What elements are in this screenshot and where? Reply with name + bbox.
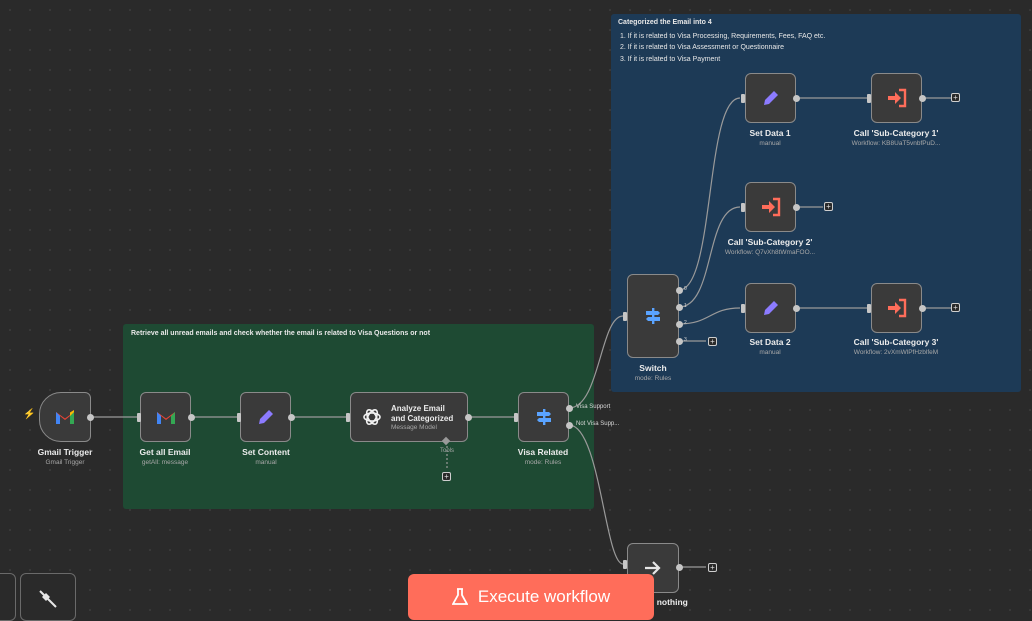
node-set-data-1[interactable]	[745, 73, 796, 123]
node-subtitle: manual	[759, 349, 781, 356]
output-label: Visa Support	[576, 404, 611, 410]
node-label: Call 'Sub-Category 1'	[853, 128, 939, 138]
connection	[678, 307, 741, 325]
port-number: 3	[684, 337, 687, 343]
canvas-control-button[interactable]	[0, 573, 16, 621]
connection	[678, 206, 741, 308]
input-port[interactable]	[741, 202, 745, 212]
output-port[interactable]	[675, 320, 683, 328]
connection	[678, 97, 741, 291]
output-port[interactable]	[792, 304, 800, 312]
node-call-sub-category-3[interactable]	[871, 283, 922, 333]
node-subtitle: getAll: message	[141, 459, 189, 466]
execute-workflow-button[interactable]: Execute workflow	[408, 574, 654, 620]
node-get-all-email[interactable]	[140, 392, 191, 442]
gmail-icon	[56, 410, 74, 424]
execute-workflow-label: Execute workflow	[477, 587, 611, 606]
tools-label: Tools	[439, 448, 455, 454]
output-port[interactable]	[918, 304, 926, 312]
input-port[interactable]	[623, 559, 627, 569]
node-label: Visa Related	[517, 447, 569, 457]
node-subtitle: Gmail Trigger	[45, 459, 85, 466]
node-label: Analyze Email	[391, 403, 445, 413]
node-subtitle: Message Model	[391, 423, 437, 431]
call-workflow-icon	[887, 88, 906, 108]
pencil-icon	[763, 301, 778, 315]
output-port[interactable]	[792, 94, 800, 102]
input-port[interactable]	[137, 412, 141, 422]
broom-icon	[39, 590, 57, 608]
add-node-button[interactable]: +	[951, 93, 960, 102]
output-port[interactable]	[287, 413, 295, 421]
output-port[interactable]	[792, 203, 800, 211]
pencil-icon	[258, 410, 273, 424]
node-subtitle: manual	[255, 459, 277, 466]
add-node-button[interactable]: +	[708, 337, 717, 346]
gmail-icon	[156, 412, 175, 424]
port-number: 2	[684, 320, 687, 326]
node-analyze-email[interactable]: Analyze Email and Categorized Message Mo…	[350, 392, 468, 442]
call-workflow-icon	[887, 298, 906, 318]
node-label: Set Content	[242, 447, 290, 457]
input-port[interactable]	[741, 93, 745, 103]
node-subtitle: manual	[759, 140, 781, 147]
node-label: Call 'Sub-Category 2'	[727, 237, 813, 247]
add-tool-button[interactable]: +	[442, 472, 451, 481]
node-label: Set Data 1	[749, 128, 791, 138]
node-gmail-trigger[interactable]	[39, 392, 91, 442]
node-set-content[interactable]	[240, 392, 291, 442]
openai-icon	[363, 408, 381, 426]
flask-icon	[451, 588, 468, 605]
node-label: Get all Email	[139, 447, 191, 457]
signpost-icon	[536, 409, 551, 425]
output-label: Not Visa Supp...	[576, 421, 620, 427]
node-call-sub-category-2[interactable]	[745, 182, 796, 232]
output-port[interactable]	[464, 413, 472, 421]
node-switch[interactable]	[627, 274, 679, 358]
node-label: Gmail Trigger	[37, 447, 93, 457]
output-port[interactable]	[675, 286, 683, 294]
node-set-data-2[interactable]	[745, 283, 796, 333]
output-port[interactable]	[675, 303, 683, 311]
input-port[interactable]	[237, 412, 241, 422]
output-port[interactable]	[187, 413, 195, 421]
input-port[interactable]	[741, 303, 745, 313]
trigger-bolt-icon: ⚡	[23, 409, 36, 420]
output-port[interactable]	[86, 413, 94, 421]
output-port[interactable]	[675, 337, 683, 345]
node-subtitle: mode: Rules	[524, 459, 562, 466]
connection	[568, 424, 624, 565]
output-port[interactable]	[565, 421, 573, 429]
input-port[interactable]	[867, 303, 871, 313]
clear-execution-button[interactable]	[20, 573, 76, 621]
pencil-icon	[763, 91, 778, 105]
node-subtitle: Workflow: 2vXmWlPfHzblfeM	[853, 349, 939, 356]
call-workflow-icon	[761, 197, 780, 217]
input-port[interactable]	[346, 412, 350, 422]
node-label: Switch	[639, 363, 667, 373]
add-node-button[interactable]: +	[708, 563, 717, 572]
output-port[interactable]	[675, 563, 683, 571]
port-number: 0	[684, 286, 687, 292]
add-node-button[interactable]: +	[824, 202, 833, 211]
node-subtitle: mode: Rules	[634, 375, 672, 382]
node-label: and Categorized	[391, 413, 454, 423]
node-label: Call 'Sub-Category 3'	[853, 337, 939, 347]
node-visa-related[interactable]	[518, 392, 569, 442]
port-number: 1	[684, 303, 687, 309]
output-port[interactable]	[918, 94, 926, 102]
signpost-icon	[646, 308, 660, 324]
add-node-button[interactable]: +	[951, 303, 960, 312]
input-port[interactable]	[867, 93, 871, 103]
input-port[interactable]	[514, 412, 518, 422]
node-call-sub-category-1[interactable]	[871, 73, 922, 123]
node-label: Set Data 2	[749, 337, 791, 347]
input-port[interactable]	[623, 311, 627, 321]
connection	[568, 315, 624, 409]
output-port[interactable]	[565, 404, 573, 412]
node-subtitle: Workflow: Q7vXh8tWmaFOO...	[724, 249, 816, 256]
node-subtitle: Workflow: KB8UaT5vnbfPuD...	[851, 140, 941, 147]
